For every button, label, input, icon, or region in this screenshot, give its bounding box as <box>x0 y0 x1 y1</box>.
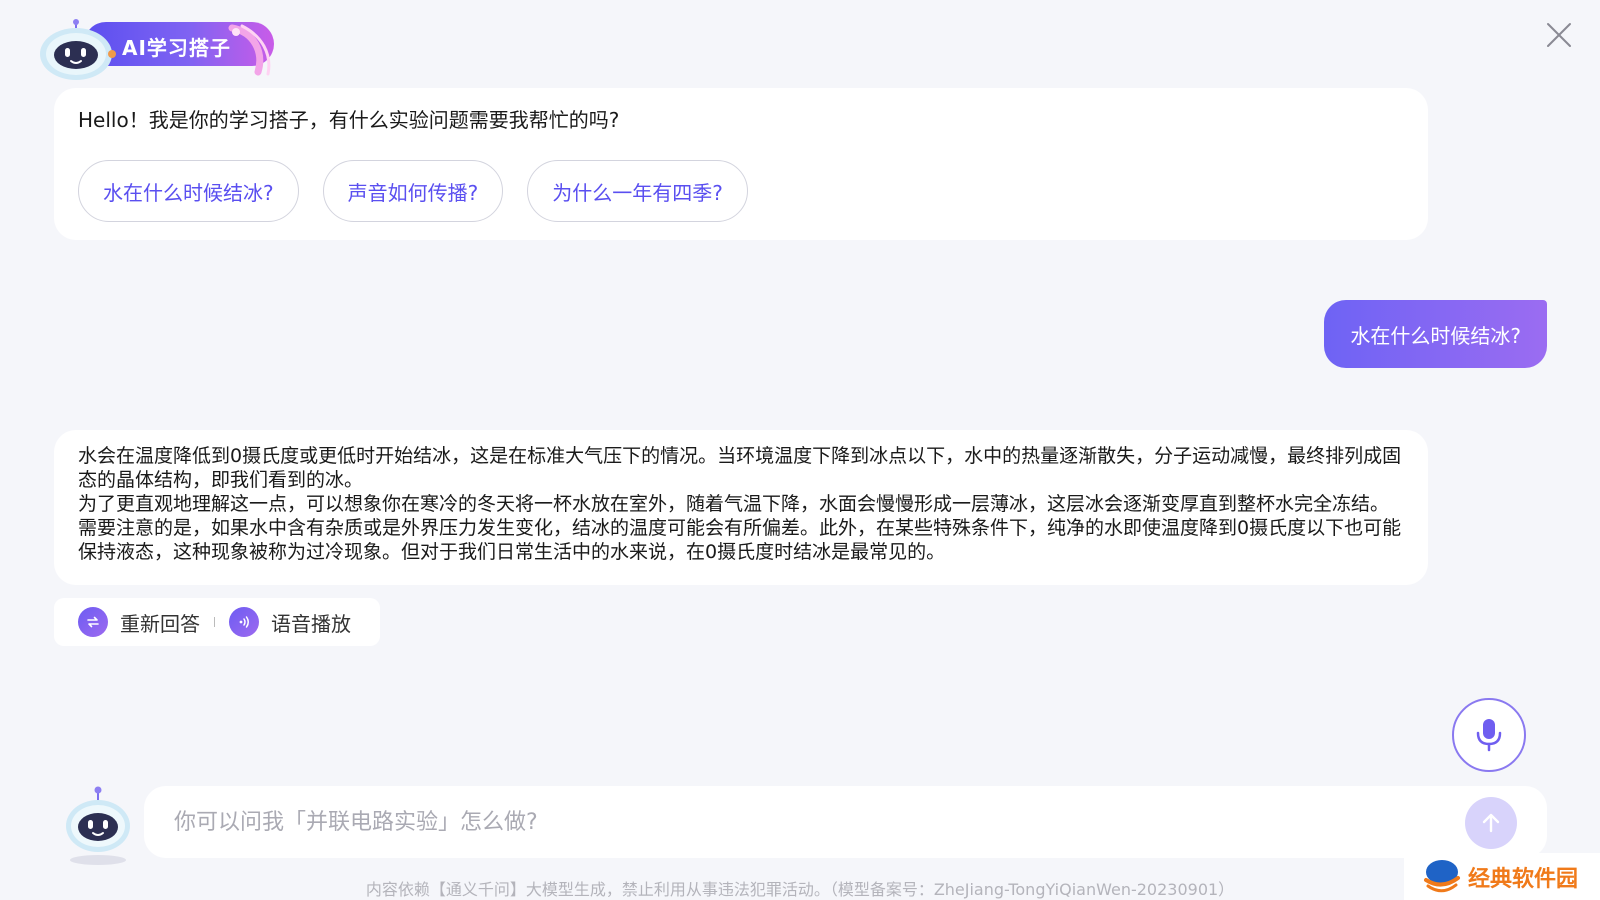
suggestion-chip[interactable]: 为什么一年有四季? <box>527 160 748 222</box>
voice-input-button[interactable] <box>1452 698 1526 772</box>
send-button[interactable] <box>1465 797 1517 849</box>
answer-card: 水会在温度降低到0摄氏度或更低时开始结冰，这是在标准大气压下的情况。当环境温度下… <box>54 430 1428 585</box>
watermark-logo-icon <box>1424 859 1460 892</box>
action-divider <box>214 617 215 627</box>
suggestion-list: 水在什么时候结冰? 声音如何传播? 为什么一年有四季? <box>78 160 748 222</box>
answer-paragraph: 为了更直观地理解这一点，可以想象你在寒冷的冬天将一杯水放在室外，随着气温下降，水… <box>78 493 1402 563</box>
greeting-card: Hello！我是你的学习搭子，有什么实验问题需要我帮忙的吗? 水在什么时候结冰?… <box>54 88 1428 240</box>
watermark-text: 经典软件园 <box>1468 866 1579 892</box>
microphone-icon <box>1476 719 1502 752</box>
app-title: AI学习搭子 <box>122 36 231 60</box>
close-icon[interactable] <box>1544 20 1574 50</box>
ribbon-decoration-icon <box>228 24 271 76</box>
header-badge: AI学习搭子 <box>36 12 276 80</box>
regenerate-button[interactable]: 重新回答 <box>78 607 200 637</box>
greeting-text: Hello！我是你的学习搭子，有什么实验问题需要我帮忙的吗? <box>78 108 620 132</box>
robot-avatar-icon <box>66 786 130 865</box>
user-message-bubble: 水在什么时候结冰? <box>1324 300 1547 368</box>
arrow-up-icon <box>1482 813 1500 833</box>
speak-button[interactable]: 语音播放 <box>229 607 351 637</box>
regenerate-label: 重新回答 <box>120 611 200 636</box>
robot-logo-icon <box>40 19 116 80</box>
watermark: 经典软件园 <box>1404 853 1600 900</box>
speak-label: 语音播放 <box>271 611 351 636</box>
sound-wave-icon <box>229 607 259 637</box>
refresh-icon <box>78 607 108 637</box>
answer-action-bar: 重新回答 语音播放 <box>54 598 380 646</box>
answer-paragraph: 水会在温度降低到0摄氏度或更低时开始结冰，这是在标准大气压下的情况。当环境温度下… <box>78 445 1402 491</box>
suggestion-chip[interactable]: 声音如何传播? <box>322 160 504 222</box>
disclaimer-text: 内容依赖【通义千问】大模型生成，禁止利用从事违法犯罪活动。（模型备案号：ZheJ… <box>365 880 1235 899</box>
chat-input[interactable] <box>174 786 1454 858</box>
chat-input-box <box>144 786 1547 858</box>
suggestion-chip[interactable]: 水在什么时候结冰? <box>78 160 299 222</box>
